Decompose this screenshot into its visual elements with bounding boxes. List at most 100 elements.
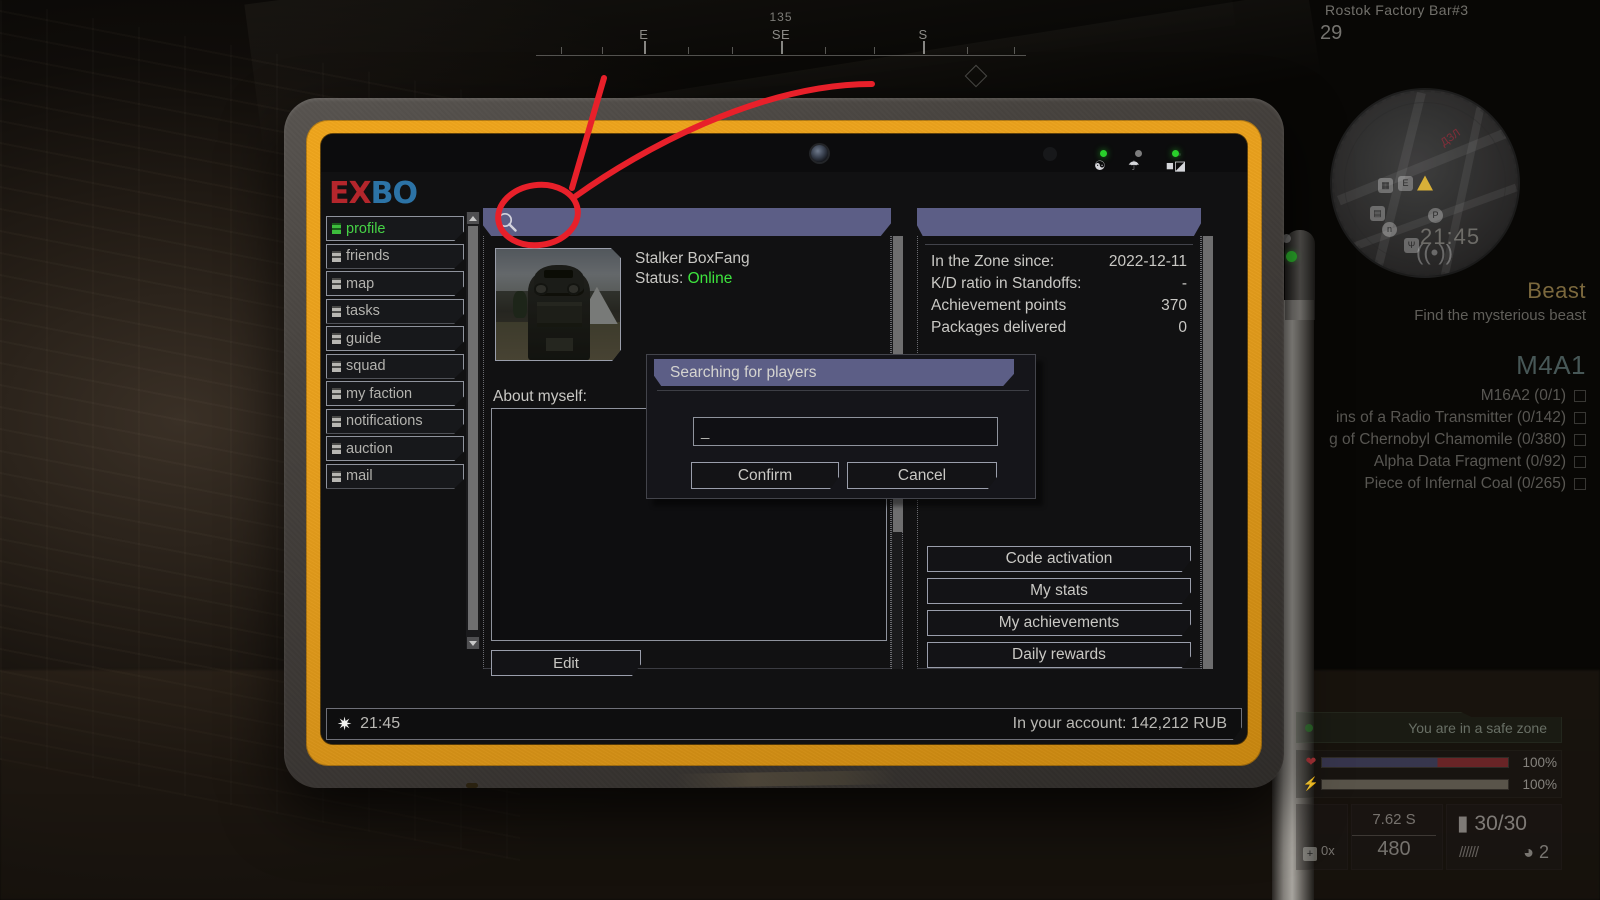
health-value: 100% [1522,754,1557,770]
sidebar-item-label: notifications [346,413,423,429]
stamina-icon: ⚡ [1302,776,1320,791]
health-row: ❤ 100% [1297,751,1561,773]
sidebar-item-label: auction [346,440,393,457]
compass-heading: 135 [769,10,793,24]
sidebar-item-squad[interactable]: squad [326,353,464,379]
minimap-player-arrow [1417,175,1433,191]
stats-list: In the Zone since: 2022-12-11 K/D ratio i… [925,244,1193,343]
search-players-modal: Searching for players _ Confirm Cancel [646,354,1036,499]
logo-e: E [329,176,349,211]
page-icon [332,333,341,344]
status-bar: ✷ 21:45 In your account: 142,212 RUB [326,708,1242,740]
page-icon [332,415,341,427]
scroll-up-icon[interactable] [467,212,479,224]
my-stats-button[interactable]: My stats [927,578,1191,604]
stat-value: - [1181,275,1187,292]
scrollbar-thumb[interactable] [1203,236,1213,669]
vitals-panel: ❤ 100% ⚡ 100% [1296,750,1562,798]
sidebar-nav: profile friends map tasks guide squad my… [326,216,464,491]
minimap-icon-bed: ▤ [1370,206,1385,221]
page-icon [332,223,341,234]
magazine-count: ▮ 30/30 [1457,812,1527,835]
stamina-row: ⚡ 100% [1297,773,1561,795]
stat-row: In the Zone since: 2022-12-11 [931,251,1187,273]
sidebar-item-label: mail [346,468,373,484]
page-icon [332,388,341,399]
sidebar-item-friends[interactable]: friends [326,243,464,269]
weather-icon: ✷ [337,714,353,734]
sidebar-item-label: map [346,275,375,292]
sidebar-scrollbar[interactable] [466,212,480,649]
stamina-bar [1321,778,1509,790]
search-input[interactable]: _ [693,417,998,446]
stat-value: 370 [1161,297,1187,314]
logo-x: X [348,176,372,211]
code-activation-button[interactable]: Code activation [927,546,1191,572]
tablet-scuff [675,770,897,788]
health-bar [1321,756,1509,768]
sidebar-item-notifications[interactable]: notifications [326,408,464,434]
tablet-bezel: ☯ ☂ ■◪ EXBO profile friends map tasks gu… [321,134,1247,744]
confirm-button[interactable]: Confirm [691,462,839,489]
minimap-icon-parking: P [1428,208,1443,223]
signal-led [1100,150,1107,157]
stat-row: Achievement points 370 [931,295,1187,317]
sidebar-item-map[interactable]: map [326,271,464,296]
heart-icon: ❤ [1305,754,1317,769]
edit-button[interactable]: Edit [491,650,641,676]
medkit-icon: + [1303,847,1317,861]
minimap-icon-exit: E [1398,176,1413,191]
daily-rewards-button[interactable]: Daily rewards [927,642,1191,668]
minimap-indicator-green [1286,251,1297,262]
cancel-button[interactable]: Cancel [847,462,997,489]
ammo-caliber: 7.62 S [1372,811,1416,828]
stat-value: 2022-12-11 [1108,253,1187,270]
compass-label-e: E [639,27,649,42]
hud-clock: 21:45 [1420,224,1481,249]
tablet-time: 21:45 [360,715,401,732]
player-status: Status: Online [635,270,732,288]
exbo-logo: EXBO [329,176,418,211]
search-icon[interactable] [491,211,523,233]
scrollbar-thumb[interactable] [468,226,478,630]
minimap-icon-npc: n [1382,222,1397,237]
medkit-count: +0x [1303,843,1335,861]
sidebar-item-my-faction[interactable]: my faction [326,381,464,406]
stats-panel-header [917,208,1201,236]
stamina-value: 100% [1522,776,1557,792]
sidebar-item-profile[interactable]: profile [326,216,464,241]
sidebar-item-label: guide [346,330,382,347]
tablet-screen: EXBO profile friends map tasks guide squ… [321,172,1247,744]
magazine-cell: ▮ 30/30 ////// ◕ 2 [1446,804,1562,870]
grenade-count: ◕ 2 [1523,842,1549,862]
tablet-device: ☯ ☂ ■◪ EXBO profile friends map tasks gu… [284,98,1284,788]
medkit-cell: +0x [1296,804,1348,870]
profile-panel-header [483,208,891,236]
objective-checkbox-icon [1574,478,1586,490]
compass-bar [536,55,1026,56]
scroll-down-icon[interactable] [467,637,479,649]
my-achievements-button[interactable]: My achievements [927,610,1191,636]
avatar [495,248,621,361]
player-count: 29 [1320,22,1343,44]
status-label: Status: [635,270,684,287]
stats-panel-scrollbar[interactable] [1201,236,1213,669]
sidebar-item-auction[interactable]: auction [326,436,464,461]
light-sensor-icon [1043,147,1057,161]
sidebar-item-label: tasks [346,303,380,319]
sidebar-item-label: friends [346,248,390,264]
sidebar-item-tasks[interactable]: tasks [326,298,464,324]
stat-label: K/D ratio in Standoffs: [931,275,1082,292]
objective-label: g of Chernobyl Chamomile (0/380) [1329,431,1566,448]
page-icon [332,250,341,262]
grenade-icon: ◕ [1523,842,1534,862]
minimap-icon-shop: ▦ [1378,178,1393,193]
objective-checkbox-icon [1574,434,1586,446]
objective-label: Piece of Infernal Coal (0/265) [1364,475,1566,492]
sidebar-item-mail[interactable]: mail [326,463,464,489]
compass-label-se: SE [771,27,791,42]
sidebar-item-guide[interactable]: guide [326,326,464,351]
screen-root: 135 E SE S Rostok Factory Bar#3 29 ДЗЛ ▦… [0,0,1600,900]
about-label: About myself: [493,388,587,405]
location-name: Rostok Factory Bar#3 [1325,2,1469,18]
